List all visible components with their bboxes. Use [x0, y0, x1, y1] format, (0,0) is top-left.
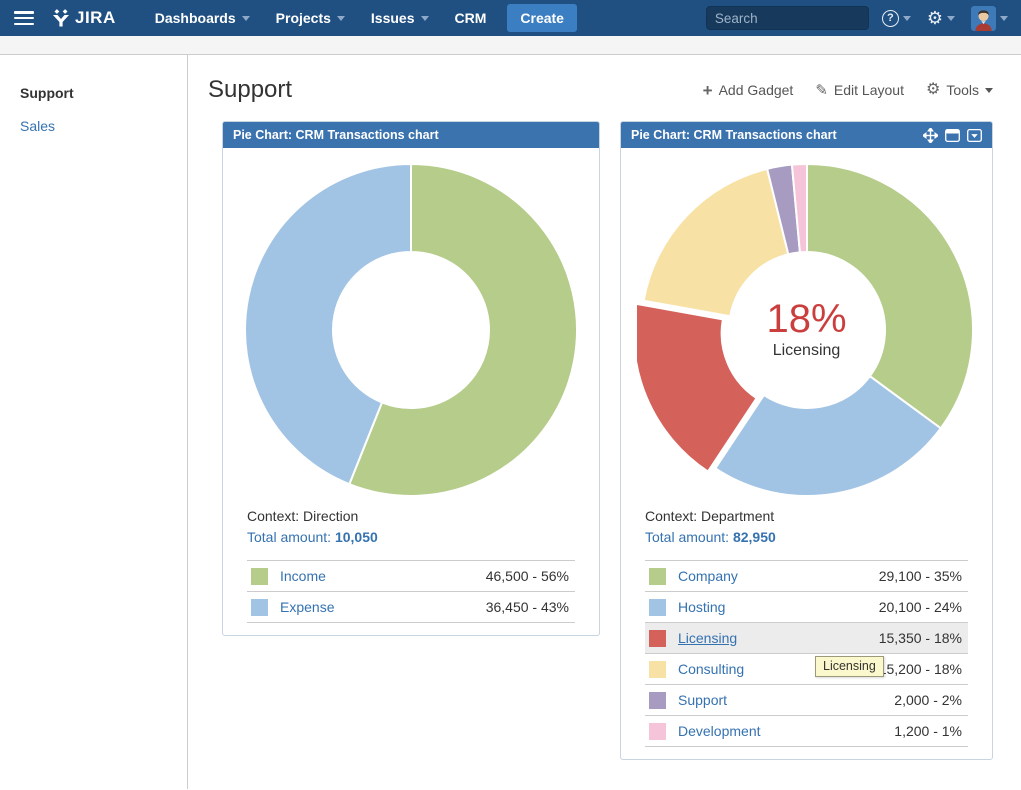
gadget-title: Pie Chart: CRM Transactions chart — [631, 128, 837, 142]
search-input[interactable] — [715, 11, 892, 26]
legend-value: 15,350 - 18% — [879, 630, 962, 646]
legend-value: 36,450 - 43% — [486, 599, 569, 615]
legend-row[interactable]: Income 46,500 - 56% — [247, 560, 575, 591]
nav-item-projects[interactable]: Projects — [263, 0, 358, 36]
donut-chart-direction[interactable] — [241, 158, 581, 502]
legend-row[interactable]: Expense 36,450 - 43% — [247, 591, 575, 622]
legend-value: 20,100 - 24% — [879, 599, 962, 615]
nav-item-crm[interactable]: CRM — [442, 0, 500, 36]
pencil-icon: ✎ — [815, 83, 828, 98]
chevron-down-icon — [903, 16, 911, 21]
app-switcher-icon[interactable] — [14, 11, 34, 25]
chart-legend: Company 29,100 - 35% Hosting 20,100 - 24% Li… — [645, 560, 968, 747]
settings-menu[interactable]: ⚙ — [924, 9, 958, 27]
chart-legend: Income 46,500 - 56% Expense 36,450 - 43% — [247, 560, 575, 623]
legend-row[interactable]: Hosting 20,100 - 24% — [645, 591, 968, 622]
sidebar-item-sales[interactable]: Sales — [20, 118, 187, 134]
legend-swatch — [649, 723, 666, 740]
gadget-header[interactable]: Pie Chart: CRM Transactions chart — [223, 122, 599, 148]
legend-swatch — [251, 599, 268, 616]
gear-icon: ⚙ — [927, 9, 943, 27]
plus-icon: + — [703, 82, 713, 99]
legend-row[interactable]: Consulting 15,200 - 18% — [645, 653, 968, 684]
legend-row[interactable]: Company 29,100 - 35% — [645, 560, 968, 591]
add-gadget-button[interactable]: + Add Gadget — [703, 82, 794, 99]
legend-value: 15,200 - 18% — [879, 661, 962, 677]
legend-swatch — [251, 568, 268, 585]
legend-value: 1,200 - 1% — [894, 723, 962, 739]
gadget-title: Pie Chart: CRM Transactions chart — [233, 128, 439, 142]
move-gadget-icon[interactable] — [923, 128, 938, 143]
chevron-down-icon — [985, 88, 993, 93]
chart-total: Total amount: 10,050 — [247, 527, 575, 548]
header-band — [0, 36, 1021, 55]
legend-swatch — [649, 599, 666, 616]
jira-logo[interactable]: JIRA — [52, 8, 116, 28]
donut-chart-department[interactable]: 18% Licensing — [637, 158, 977, 502]
edit-layout-button[interactable]: ✎ Edit Layout — [815, 82, 904, 98]
legend-row[interactable]: Support 2,000 - 2% — [645, 684, 968, 715]
gadget-menu-icon[interactable] — [967, 129, 982, 142]
chevron-down-icon — [337, 16, 345, 21]
licensing-tooltip: Licensing — [815, 656, 884, 677]
legend-row[interactable]: Licensing 15,350 - 18% — [645, 622, 968, 653]
avatar — [971, 6, 996, 31]
legend-swatch — [649, 661, 666, 678]
legend-label[interactable]: Income — [280, 568, 326, 584]
legend-swatch — [649, 630, 666, 647]
gadget-header[interactable]: Pie Chart: CRM Transactions chart — [621, 122, 992, 148]
chevron-down-icon — [947, 16, 955, 21]
legend-label[interactable]: Company — [678, 568, 738, 584]
chart-context: Context: Direction — [247, 506, 575, 527]
legend-label[interactable]: Consulting — [678, 661, 744, 677]
user-menu[interactable] — [968, 6, 1011, 31]
search-box[interactable] — [706, 6, 869, 30]
legend-swatch — [649, 568, 666, 585]
page-title: Support — [208, 76, 292, 104]
legend-row[interactable]: Development 1,200 - 1% — [645, 715, 968, 746]
gadget-pie-chart-2: Pie Chart: CRM Transactions chart — [620, 121, 993, 760]
brand-text: JIRA — [75, 8, 116, 28]
help-menu[interactable]: ? — [879, 10, 914, 27]
legend-value: 29,100 - 35% — [879, 568, 962, 584]
legend-label[interactable]: Support — [678, 692, 727, 708]
top-navigation: JIRA Dashboards Projects Issues CRM Crea… — [0, 0, 1021, 36]
gadget-pie-chart-1: Pie Chart: CRM Transactions chart Contex… — [222, 121, 600, 636]
help-icon: ? — [882, 10, 899, 27]
chevron-down-icon — [1000, 16, 1008, 21]
chart-total: Total amount: 82,950 — [645, 527, 968, 548]
chevron-down-icon — [242, 16, 250, 21]
jira-logo-icon — [52, 9, 70, 27]
pie-slice-consulting[interactable] — [643, 169, 788, 316]
sidebar-item-support[interactable]: Support — [20, 85, 187, 101]
chart-context: Context: Department — [645, 506, 968, 527]
dashboard-sidebar: Support Sales — [0, 55, 188, 789]
pie-slice-company[interactable] — [807, 164, 973, 428]
legend-swatch — [649, 692, 666, 709]
create-button[interactable]: Create — [507, 4, 577, 32]
nav-item-issues[interactable]: Issues — [358, 0, 442, 36]
tools-button[interactable]: ⚙ Tools — [926, 82, 993, 98]
gear-icon: ⚙ — [926, 82, 940, 98]
nav-item-dashboards[interactable]: Dashboards — [142, 0, 263, 36]
chevron-down-icon — [421, 16, 429, 21]
legend-value: 46,500 - 56% — [486, 568, 569, 584]
maximize-gadget-icon[interactable] — [945, 129, 960, 142]
legend-label[interactable]: Licensing — [678, 630, 737, 646]
legend-label[interactable]: Hosting — [678, 599, 725, 615]
legend-label[interactable]: Expense — [280, 599, 334, 615]
legend-label[interactable]: Development — [678, 723, 761, 739]
legend-value: 2,000 - 2% — [894, 692, 962, 708]
